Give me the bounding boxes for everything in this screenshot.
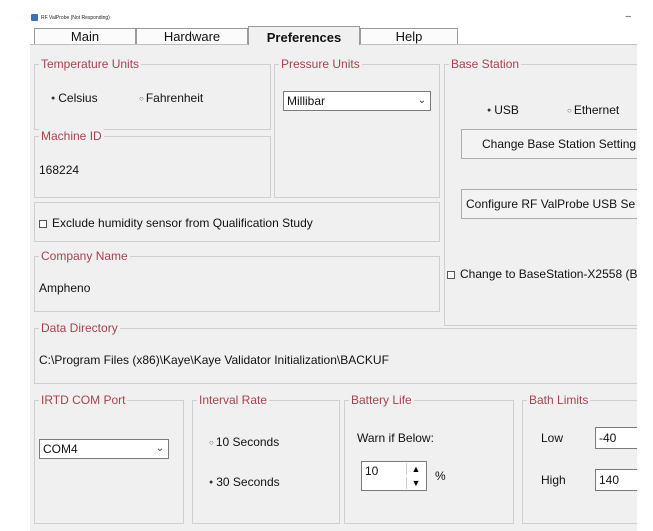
bath-limits-title: Bath Limits [527,393,591,407]
bath-limits-group: Bath Limits Low -40 High 140 [522,393,637,524]
pressure-units-title: Pressure Units [279,57,362,71]
celsius-radio[interactable]: ● Celsius [51,91,98,105]
machine-id-group: Machine ID 168224 [34,129,271,198]
base-station-title: Base Station [449,57,522,71]
radio-unselected-icon: ○ [139,94,144,104]
warn-if-below-label: Warn if Below: [357,431,434,445]
title-bar: RF ValProbe (Not Responding) – [30,10,637,26]
bath-high-input[interactable]: 140 [595,469,637,491]
company-name-title: Company Name [39,249,130,263]
app-window: RF ValProbe (Not Responding) – Main Hard… [30,10,637,531]
machine-id-value: 168224 [39,163,80,177]
exclude-humidity-label: Exclude humidity sensor from Qualificati… [52,216,313,230]
radio-unselected-icon: ○ [567,106,572,116]
base-station-group: Base Station ● USB ○ Ethernet Change Base … [444,57,637,326]
interval-30-seconds-radio[interactable]: ● 30 Seconds [209,475,280,489]
temperature-units-group: Temperature Units ● Celsius ○ Fahrenheit [34,57,271,130]
interval-rate-group: Interval Rate ○ 10 Seconds ● 30 Seconds [192,393,340,524]
usb-radio[interactable]: ● USB [487,103,519,117]
exclude-humidity-checkbox[interactable]: Exclude humidity sensor from Qualificati… [39,216,313,230]
tab-help[interactable]: Help [360,28,458,44]
pressure-units-group: Pressure Units Millibar ⌄ [274,57,440,198]
battery-warn-value: 10 [365,464,379,478]
fahrenheit-label: Fahrenheit [145,91,204,105]
ethernet-label: Ethernet [573,103,620,117]
company-name-value: Ampheno [39,281,91,295]
battery-unit-label: % [435,469,446,483]
window-title: RF ValProbe (Not Responding) [41,15,110,21]
ethernet-radio[interactable]: ○ Ethernet [567,103,619,117]
spin-up-icon[interactable]: ▲ [406,463,425,475]
humidity-group: Exclude humidity sensor from Qualificati… [34,202,440,242]
battery-life-group: Battery Life Warn if Below: 10 ▲ ▼ % [344,393,514,524]
machine-id-title: Machine ID [39,129,104,143]
radio-unselected-icon: ○ [209,438,214,448]
change-base-station-checkbox[interactable]: Change to BaseStation-X2558 (B [447,267,637,281]
radio-selected-icon: ● [209,479,214,487]
configure-usb-button[interactable]: Configure RF ValProbe USB Se [461,189,637,219]
spin-down-icon[interactable]: ▼ [406,477,425,489]
irtd-com-port-value: COM4 [43,442,78,456]
company-name-group: Company Name Ampheno [34,249,440,312]
battery-life-title: Battery Life [349,393,414,407]
checkbox-icon [39,219,47,228]
battery-warn-spinner[interactable]: 10 ▲ ▼ [361,461,427,491]
bath-low-input[interactable]: -40 [595,427,637,449]
data-directory-title: Data Directory [39,321,120,335]
data-directory-value[interactable]: C:\Program Files (x86)\Kaye\Kaye Validat… [39,353,389,367]
interval-30-seconds-label: 30 Seconds [216,475,280,489]
tab-main[interactable]: Main [34,28,136,44]
temperature-units-title: Temperature Units [39,57,142,71]
checkbox-icon [447,270,455,279]
fahrenheit-radio[interactable]: ○ Fahrenheit [139,91,203,105]
irtd-com-port-group: IRTD COM Port COM4 ⌄ [34,393,184,524]
minimize-icon[interactable]: – [625,11,631,22]
pressure-units-value: Millibar [287,94,326,108]
irtd-com-port-select[interactable]: COM4 ⌄ [39,439,169,459]
app-logo-icon [31,14,38,21]
tab-strip: Main Hardware Preferences Help [30,26,637,45]
bath-high-label: High [541,473,566,487]
radio-selected-icon: ● [487,107,492,115]
interval-rate-title: Interval Rate [197,393,270,407]
usb-label: USB [494,103,519,117]
irtd-com-port-title: IRTD COM Port [39,393,128,407]
interval-10-seconds-radio[interactable]: ○ 10 Seconds [209,435,279,449]
pressure-units-select[interactable]: Millibar ⌄ [283,91,431,111]
tab-preferences[interactable]: Preferences [248,26,360,45]
interval-10-seconds-label: 10 Seconds [215,435,280,449]
radio-selected-icon: ● [51,95,56,103]
celsius-label: Celsius [58,91,98,105]
bath-low-label: Low [541,431,564,445]
data-directory-group: Data Directory C:\Program Files (x86)\Ka… [34,321,637,384]
dropdown-arrow-icon[interactable]: ⌄ [416,92,428,110]
change-base-station-settings-button[interactable]: Change Base Station Setting [461,129,637,159]
dropdown-arrow-icon[interactable]: ⌄ [154,440,166,458]
tab-hardware[interactable]: Hardware [136,28,248,44]
change-base-station-label: Change to BaseStation-X2558 (B [460,267,637,281]
